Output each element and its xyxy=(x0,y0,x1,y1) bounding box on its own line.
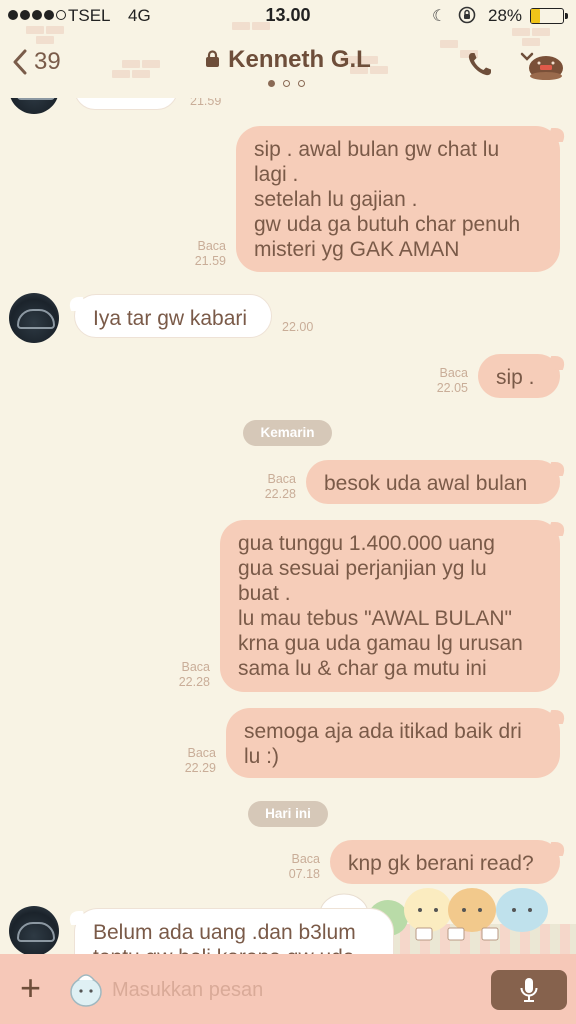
message-receipt: Baca 21.59 xyxy=(194,239,226,268)
message-time: 21.59 xyxy=(190,98,222,108)
page-dot xyxy=(283,80,290,87)
lock-icon xyxy=(206,50,220,67)
microphone-icon xyxy=(520,978,538,1002)
mic-button[interactable] xyxy=(491,970,567,1010)
outgoing-message[interactable]: sip . awal bulan gw chat lu lagi . setel… xyxy=(236,126,560,272)
outgoing-message[interactable]: semoga aja ada itikad baik dri lu :) xyxy=(226,708,560,778)
status-bar: TSEL 4G 13.00 ☾ 28% xyxy=(0,0,576,32)
contact-avatar[interactable] xyxy=(9,906,59,954)
battery-icon xyxy=(530,8,564,24)
outgoing-message[interactable]: sip . xyxy=(478,354,560,398)
message-input[interactable] xyxy=(112,972,472,1008)
page-dot xyxy=(298,80,305,87)
message-receipt: Baca 22.28 xyxy=(178,660,210,689)
contact-name: Kenneth G.L xyxy=(228,46,371,73)
message-time: 22.00 xyxy=(282,320,314,334)
message-list[interactable]: 21.59 Baca 21.59 sip . awal bulan gw chat… xyxy=(0,98,576,954)
message-receipt: Baca 07.18 xyxy=(288,852,320,881)
page-dot-active xyxy=(268,80,275,87)
contact-avatar[interactable] xyxy=(9,293,59,343)
battery-percentage: 28% xyxy=(488,6,523,25)
message-input-bar: + xyxy=(0,954,576,1024)
date-separator: Hari ini xyxy=(248,801,328,827)
message-receipt: Baca 22.28 xyxy=(264,472,296,501)
rotation-lock-icon xyxy=(458,6,476,24)
phone-icon[interactable] xyxy=(466,50,494,78)
contact-avatar[interactable] xyxy=(9,98,59,114)
outgoing-message[interactable]: knp gk berani read? xyxy=(330,840,560,884)
chat-header: 39 Kenneth G.L xyxy=(0,22,576,98)
incoming-message[interactable] xyxy=(74,98,178,110)
outgoing-message[interactable]: gua tunggu 1.400.000 uang gua sesuai per… xyxy=(220,520,560,692)
outgoing-message[interactable]: besok uda awal bulan xyxy=(306,460,560,504)
menu-toggle-icon[interactable] xyxy=(518,46,566,84)
page-indicator xyxy=(268,80,305,87)
incoming-message[interactable]: Belum ada uang .dan b3lum tentu gw beli … xyxy=(74,908,394,954)
date-separator: Kemarin xyxy=(243,420,332,446)
plus-icon[interactable]: + xyxy=(20,970,41,1006)
message-receipt: Baca 22.05 xyxy=(436,366,468,395)
sticker-mascot-icon[interactable] xyxy=(68,970,104,1008)
message-receipt: Baca 22.29 xyxy=(184,746,216,775)
incoming-message[interactable]: Iya tar gw kabari xyxy=(74,294,272,338)
battery-cap xyxy=(565,13,568,19)
do-not-disturb-moon-icon: ☾ xyxy=(432,8,447,25)
